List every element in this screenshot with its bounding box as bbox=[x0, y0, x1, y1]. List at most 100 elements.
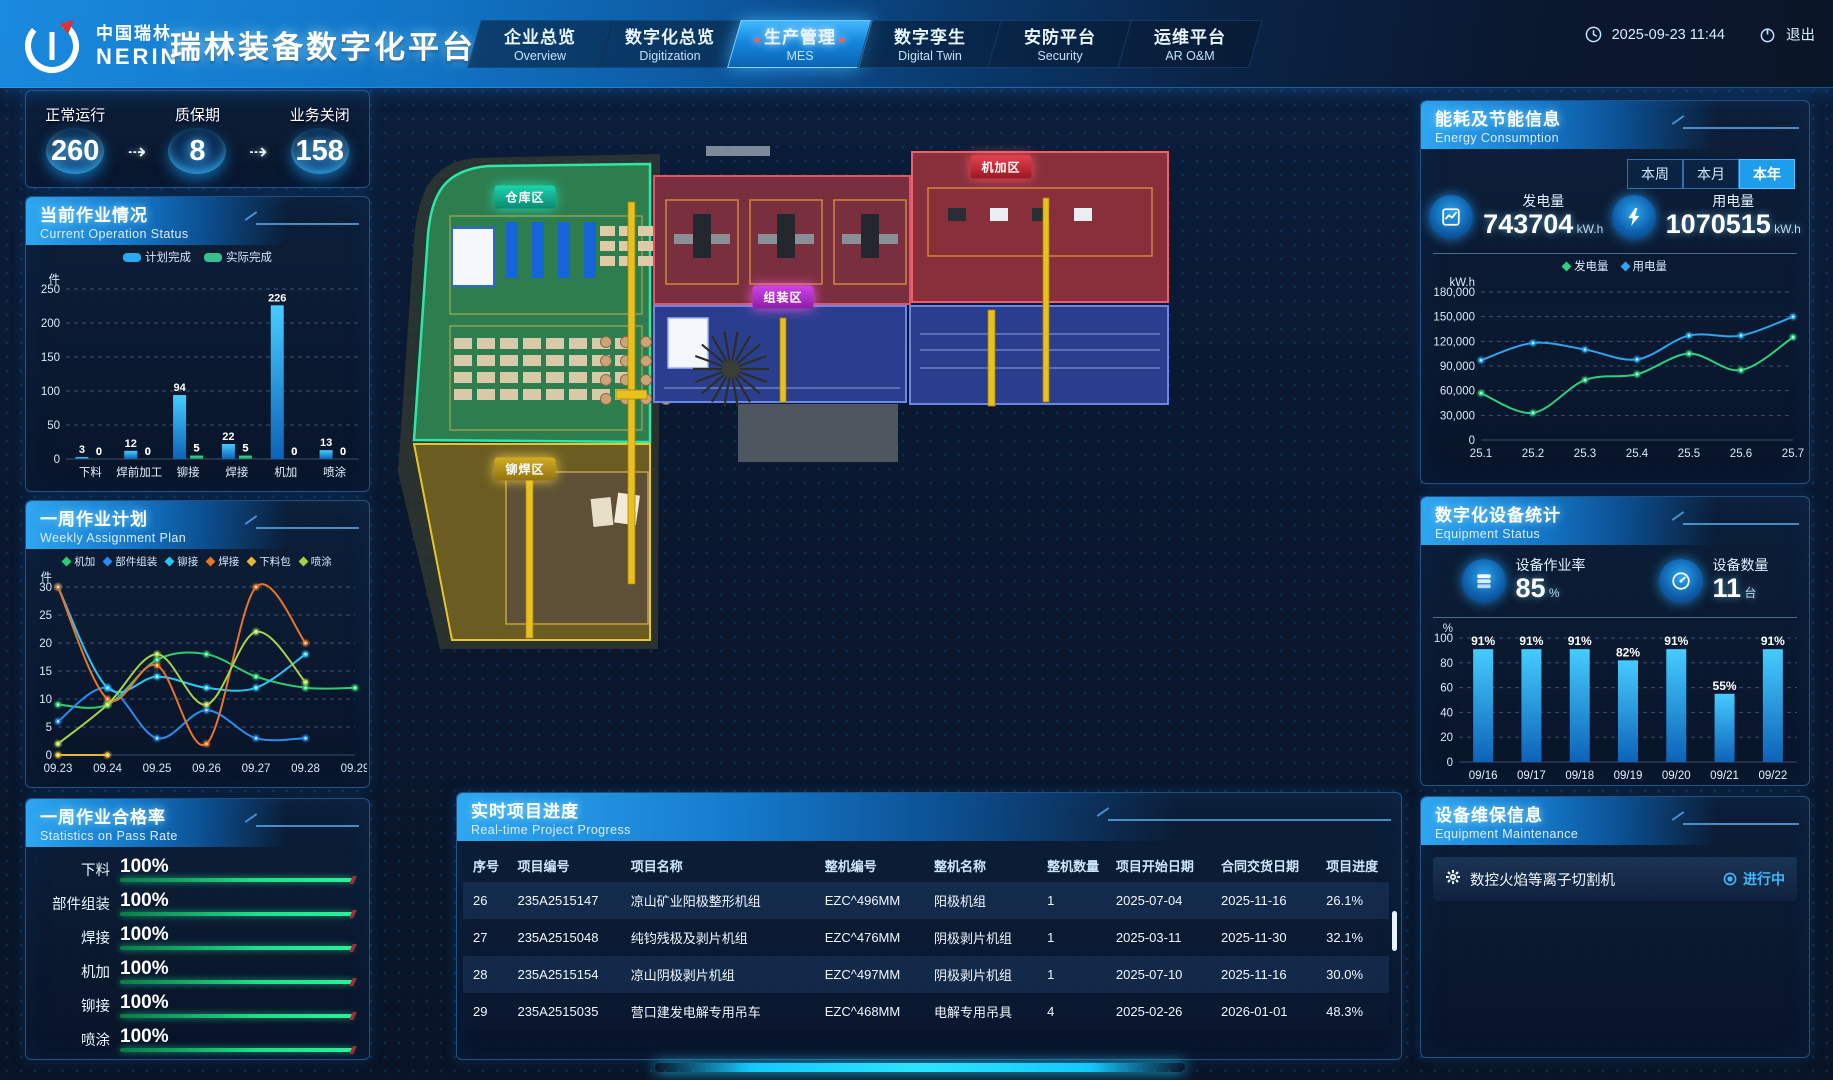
legend-label: 计划完成 bbox=[145, 249, 191, 265]
legend-label: 实际完成 bbox=[226, 249, 272, 265]
nav-tab-security[interactable]: 安防平台Security bbox=[998, 18, 1122, 70]
panel-title-en: Energy Consumption bbox=[1435, 131, 1809, 145]
legend-marker bbox=[204, 253, 222, 262]
svg-text:13: 13 bbox=[320, 437, 332, 449]
svg-text:下料: 下料 bbox=[79, 465, 102, 479]
svg-text:10: 10 bbox=[39, 694, 52, 706]
table-scrollbar[interactable] bbox=[1392, 911, 1397, 951]
panel-title-cn: 实时项目进度 bbox=[471, 797, 1401, 822]
pass-rate-bar bbox=[120, 1048, 353, 1052]
svg-text:铆接: 铆接 bbox=[177, 465, 200, 479]
panel-title-en: Current Operation Status bbox=[40, 227, 369, 241]
nav-tab-en: Security bbox=[1012, 49, 1108, 63]
table-header-cell: 整机名称 bbox=[924, 849, 1037, 882]
legend-marker bbox=[103, 556, 113, 566]
status-card-label: 业务关闭 bbox=[290, 104, 350, 125]
energy-period-tabs: 本周本月本年 bbox=[1627, 159, 1795, 189]
nav-tab-overview[interactable]: 企业总览Overview bbox=[478, 18, 602, 70]
panel-title-cn: 能耗及节能信息 bbox=[1435, 105, 1809, 130]
stat-value: 1070515 kW.h bbox=[1666, 211, 1801, 243]
table-header-cell: 合同交货日期 bbox=[1211, 849, 1316, 882]
panel-title-en: Weekly Assignment Plan bbox=[40, 531, 369, 545]
svg-text:0: 0 bbox=[96, 446, 102, 458]
legend-item[interactable]: 机加 bbox=[63, 554, 95, 569]
table-row[interactable]: 27235A2515048纯钧残极及剥片机组EZC^476MM阴极剥片机组120… bbox=[463, 919, 1389, 956]
legend-item[interactable]: 部件组装 bbox=[104, 554, 157, 569]
panel-title-cn: 数字化设备统计 bbox=[1435, 501, 1809, 526]
legend-item[interactable]: 焊接 bbox=[207, 554, 239, 569]
bottom-glow-bar bbox=[655, 1063, 1185, 1072]
zone-badge-warehouse[interactable]: 仓库区 bbox=[494, 186, 555, 209]
radio-icon bbox=[1723, 872, 1737, 886]
panel-title-cn: 设备维保信息 bbox=[1435, 801, 1809, 826]
legend-item[interactable]: 用电量 bbox=[1622, 258, 1668, 274]
power-icon[interactable] bbox=[1759, 26, 1776, 43]
nav-tab-digital-twin[interactable]: 数字孪生Digital Twin bbox=[868, 18, 992, 70]
svg-text:0: 0 bbox=[340, 446, 346, 458]
legend-item[interactable]: 发电量 bbox=[1563, 258, 1609, 274]
table-cell: 28 bbox=[463, 956, 507, 993]
panel-title-en: Real-time Project Progress bbox=[471, 823, 1401, 837]
legend-marker bbox=[1620, 261, 1630, 271]
stat-unit: kW.h bbox=[1573, 222, 1603, 236]
svg-text:226: 226 bbox=[268, 292, 286, 304]
svg-text:25.7: 25.7 bbox=[1782, 448, 1804, 460]
pass-rate-value: 100% bbox=[120, 857, 353, 876]
zone-badge-welding[interactable]: 铆焊区 bbox=[494, 458, 555, 481]
energy-tab-本周[interactable]: 本周 bbox=[1627, 159, 1683, 189]
svg-text:09.27: 09.27 bbox=[242, 763, 271, 775]
svg-text:60: 60 bbox=[1440, 683, 1453, 695]
legend-item[interactable]: 铆接 bbox=[166, 554, 198, 569]
table-cell: 1 bbox=[1037, 956, 1106, 993]
svg-text:喷涂: 喷涂 bbox=[323, 465, 346, 479]
table-header-cell: 项目编号 bbox=[507, 849, 620, 882]
svg-text:09/21: 09/21 bbox=[1710, 770, 1739, 782]
energy-panel: 能耗及节能信息 Energy Consumption 本周本月本年 发电量743… bbox=[1420, 100, 1810, 484]
table-row[interactable]: 26235A2515147凉山矿业阳极整形机组EZC^496MM阳极机组1202… bbox=[463, 882, 1389, 919]
energy-tab-本年[interactable]: 本年 bbox=[1739, 159, 1795, 189]
logout-button[interactable]: 退出 bbox=[1786, 24, 1815, 45]
svg-text:0: 0 bbox=[54, 454, 60, 466]
pass-rate-row: 机加100% bbox=[36, 959, 353, 984]
table-row[interactable]: 29235A2515035营口建发电解专用吊车EZC^468MM电解专用吊具42… bbox=[463, 993, 1389, 1030]
svg-text:0: 0 bbox=[46, 750, 52, 762]
nav-tab-mes[interactable]: 生产管理MES bbox=[738, 18, 862, 70]
stat-block: 设备数量11 台 bbox=[1659, 555, 1769, 607]
maintenance-item[interactable]: 数控火焰等离子切割机进行中 bbox=[1433, 857, 1797, 901]
stat-value: 11 台 bbox=[1713, 575, 1769, 607]
legend-item[interactable]: 喷涂 bbox=[300, 554, 332, 569]
energy-tab-本月[interactable]: 本月 bbox=[1683, 159, 1739, 189]
panel-title-en: Statistics on Pass Rate bbox=[40, 829, 369, 843]
zone-badge-machining[interactable]: 机加区 bbox=[970, 156, 1031, 179]
svg-text:5: 5 bbox=[194, 443, 200, 455]
current-operation-legend: 计划完成 实际完成 bbox=[26, 247, 369, 267]
legend-label: 下料包 bbox=[259, 554, 291, 569]
svg-text:09/19: 09/19 bbox=[1614, 770, 1643, 782]
status-card-value: 8 bbox=[189, 135, 205, 168]
legend-item[interactable]: 下料包 bbox=[248, 554, 291, 569]
legend-item[interactable]: 计划完成 bbox=[123, 249, 191, 265]
clock-icon bbox=[1585, 26, 1602, 43]
table-row[interactable]: 28235A2515154凉山阴极剥片机组EZC^497MM阴极剥片机组1202… bbox=[463, 956, 1389, 993]
table-cell: 2025-07-04 bbox=[1106, 882, 1211, 919]
weekly-plan-panel: 一周作业计划 Weekly Assignment Plan 机加部件组装铆接焊接… bbox=[25, 500, 370, 788]
nav-tab-ar-o-m[interactable]: 运维平台AR O&M bbox=[1128, 18, 1252, 70]
table-cell: EZC^497MM bbox=[815, 956, 924, 993]
svg-text:09.24: 09.24 bbox=[93, 763, 122, 775]
status-card-label: 正常运行 bbox=[45, 104, 105, 125]
table-cell: 235A2515035 bbox=[507, 993, 620, 1030]
status-card-label: 质保期 bbox=[168, 104, 226, 125]
panel-title-cn: 一周作业合格率 bbox=[40, 803, 369, 828]
nav-tab-digitization[interactable]: 数字化总览Digitization bbox=[608, 18, 732, 70]
zone-badge-assembly[interactable]: 组装区 bbox=[752, 286, 813, 309]
svg-text:82%: 82% bbox=[1616, 645, 1640, 659]
legend-item[interactable]: 实际完成 bbox=[204, 249, 272, 265]
flow-arrow-icon: ⇢ bbox=[128, 139, 146, 165]
table-cell: 26 bbox=[463, 882, 507, 919]
svg-text:5: 5 bbox=[46, 722, 52, 734]
factory-map: 仓库区 铆焊区 组装区 机加区 bbox=[388, 142, 1188, 662]
table-cell: 27 bbox=[463, 919, 507, 956]
pass-rate-bar bbox=[120, 1014, 353, 1018]
maintenance-name: 数控火焰等离子切割机 bbox=[1470, 869, 1714, 890]
svg-text:91%: 91% bbox=[1519, 634, 1543, 648]
